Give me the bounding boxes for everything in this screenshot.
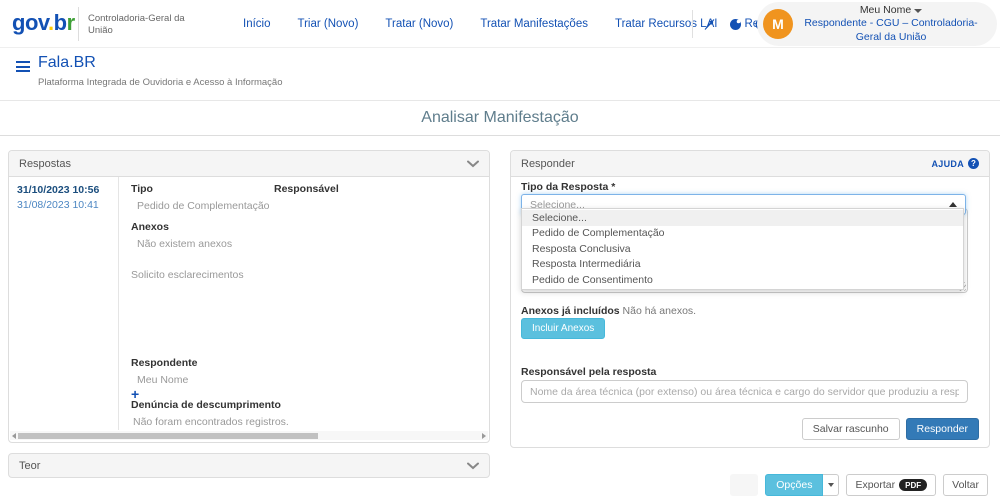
respondente-label: Respondente <box>131 357 198 369</box>
scroll-left-icon[interactable] <box>12 433 16 439</box>
avatar: M <box>763 9 793 39</box>
opcoes-split-button: Opções <box>765 474 839 496</box>
nav-triar-novo[interactable]: Triar (Novo) <box>298 18 359 30</box>
top-header: gov.br Controladoria-Geral da União Iníc… <box>0 0 1000 48</box>
app-name[interactable]: Fala.BR <box>38 54 96 72</box>
denuncia-label: Denúncia de descumprimento <box>131 399 281 411</box>
responder-panel-title: Responder <box>521 158 575 170</box>
tipo-label: Tipo <box>131 183 153 195</box>
tipo-resposta-dropdown: Selecione... Pedido de Complementação Re… <box>521 208 964 290</box>
responsavel-label: Responsável <box>274 183 339 195</box>
caret-up-icon <box>949 202 957 207</box>
opcoes-button[interactable]: Opções <box>765 474 823 496</box>
user-text: Meu Nome Respondente - CGU – Controlador… <box>793 4 989 43</box>
app-bar: Fala.BR Plataforma Integrada de Ouvidori… <box>0 48 1000 101</box>
help-label: AJUDA <box>931 159 964 169</box>
button-placeholder <box>730 474 758 496</box>
salvar-rascunho-button[interactable]: Salvar rascunho <box>802 418 900 440</box>
logo-r: r <box>67 10 75 35</box>
help-question-icon: ? <box>968 158 979 169</box>
scrollbar-thumb[interactable] <box>18 433 318 439</box>
dropdown-option[interactable]: Resposta Intermediária <box>522 257 963 273</box>
app-tagline: Plataforma Integrada de Ouvidoria e Aces… <box>38 77 283 88</box>
nav-inicio[interactable]: Início <box>243 18 271 30</box>
respondente-value: Meu Nome <box>137 374 188 386</box>
user-menu[interactable]: M Meu Nome Respondente - CGU – Controlad… <box>757 2 997 46</box>
respostas-body: 31/10/2023 10:56 31/08/2023 10:41 Tipo P… <box>9 177 489 442</box>
responder-button[interactable]: Responder <box>906 418 979 440</box>
footer-actions: Opções Exportar PDF Voltar <box>730 474 988 496</box>
chevron-down-icon <box>467 160 479 168</box>
denuncia-value: Não foram encontrados registros. <box>133 416 289 428</box>
response-message: Solicito esclarecimentos <box>131 269 244 281</box>
logo-divider <box>78 7 79 41</box>
cookie-icon[interactable] <box>729 18 742 31</box>
dropdown-option[interactable]: Selecione... <box>522 210 963 226</box>
user-name: Meu Nome <box>793 4 989 17</box>
responder-body: Tipo da Resposta * Selecione... Selecion… <box>511 177 989 447</box>
response-date-item[interactable]: 31/08/2023 10:41 <box>17 199 110 211</box>
responder-actions: Salvar rascunho Responder <box>802 418 979 440</box>
responder-panel: Responder AJUDA ? Tipo da Resposta * Sel… <box>510 150 990 448</box>
voltar-button[interactable]: Voltar <box>943 474 988 496</box>
user-role: Respondente - CGU – Controladoria-Geral … <box>793 17 989 43</box>
logo-b: b <box>54 10 67 35</box>
teor-panel-title: Teor <box>19 460 40 472</box>
menu-icon[interactable] <box>16 61 30 72</box>
accessibility-cursor-icon[interactable] <box>703 18 716 31</box>
responsavel-resposta-label: Responsável pela resposta <box>521 366 656 378</box>
teor-panel-header[interactable]: Teor <box>8 453 490 478</box>
page: gov.br Controladoria-Geral da União Iníc… <box>0 0 1000 500</box>
tipo-resposta-label: Tipo da Resposta * <box>521 181 615 193</box>
dropdown-option[interactable]: Resposta Conclusiva <box>522 241 963 257</box>
nav-tratar-novo[interactable]: Tratar (Novo) <box>385 18 453 30</box>
dropdown-option[interactable]: Pedido de Consentimento <box>522 272 963 288</box>
responder-panel-header: Responder AJUDA ? <box>511 151 989 177</box>
respostas-panel-title: Respostas <box>19 158 71 170</box>
anexos-label: Anexos <box>131 221 169 233</box>
response-date-item[interactable]: 31/10/2023 10:56 <box>17 184 110 196</box>
caret-down-icon <box>914 9 922 13</box>
response-date-list: 31/10/2023 10:56 31/08/2023 10:41 <box>9 177 119 430</box>
respostas-panel: Respostas 31/10/2023 10:56 31/08/2023 10… <box>8 150 490 443</box>
logo-gov: gov <box>12 10 48 35</box>
scroll-right-icon[interactable] <box>482 433 486 439</box>
anexos-value: Não existem anexos <box>137 238 232 250</box>
incluir-anexos-button[interactable]: Incluir Anexos <box>521 318 605 339</box>
response-detail: Tipo Pedido de Complementação Responsáve… <box>119 177 489 430</box>
chevron-down-icon <box>467 462 479 470</box>
org-name: Controladoria-Geral da União <box>88 13 188 38</box>
opcoes-caret-button[interactable] <box>823 474 839 496</box>
tipo-value: Pedido de Complementação <box>137 200 270 212</box>
add-button[interactable]: + <box>131 389 139 399</box>
anexos-incluidos-value: Não há anexos. <box>623 305 697 317</box>
anexos-incluidos-label: Anexos já incluídos <box>521 305 620 317</box>
help-link[interactable]: AJUDA ? <box>931 158 979 169</box>
header-divider <box>692 10 693 38</box>
responsavel-resposta-input[interactable] <box>521 380 968 403</box>
nav-tratar-manifestacoes[interactable]: Tratar Manifestações <box>480 18 588 30</box>
dropdown-option[interactable]: Pedido de Complementação <box>522 226 963 242</box>
respostas-panel-header[interactable]: Respostas <box>9 151 489 177</box>
horizontal-scrollbar[interactable] <box>10 431 488 440</box>
govbr-logo[interactable]: gov.br <box>12 9 75 37</box>
exportar-pdf-button[interactable]: Exportar PDF <box>846 474 936 496</box>
exportar-label: Exportar <box>855 479 895 491</box>
pdf-badge: PDF <box>899 479 927 491</box>
anexos-status: Anexos já incluídos Não há anexos. <box>521 305 696 317</box>
page-title: Analisar Manifestação <box>0 101 1000 136</box>
caret-down-icon <box>828 483 834 487</box>
